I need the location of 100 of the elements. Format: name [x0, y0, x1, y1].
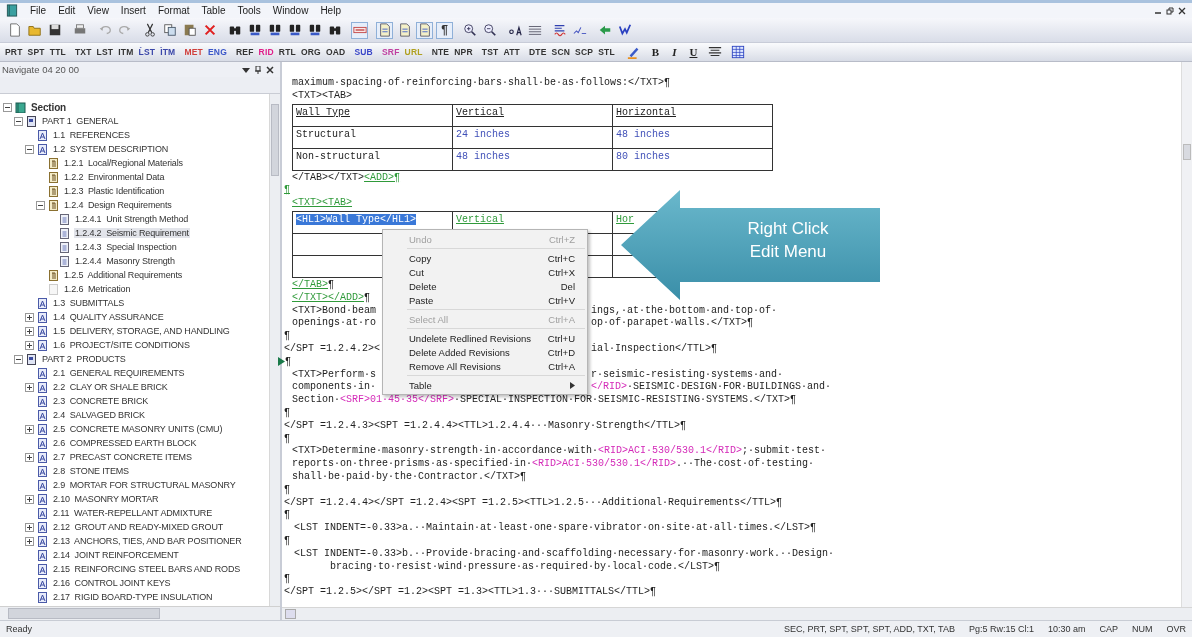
tag-button[interactable]: REF — [234, 47, 255, 57]
tree-toggle[interactable] — [25, 424, 34, 434]
align-icon[interactable] — [708, 45, 723, 59]
tree-item[interactable]: 1.2.4 Design Requirements — [36, 198, 269, 212]
tag-button[interactable]: SUB — [353, 47, 374, 57]
tree-toggle[interactable] — [25, 452, 34, 462]
tree-toggle[interactable] — [14, 354, 23, 364]
tag-button[interactable]: ÌTM — [159, 47, 177, 57]
tag-button[interactable]: ITM — [117, 47, 135, 57]
tree-toggle[interactable] — [25, 312, 34, 322]
pilcrow-button[interactable]: ¶ — [436, 21, 453, 39]
tree-item[interactable]: 2.14 JOINT REINFORCEMENT — [25, 548, 269, 562]
menu-item[interactable]: File — [24, 5, 53, 16]
tag-button[interactable]: STL — [597, 47, 616, 57]
menu-item[interactable]: View — [81, 5, 115, 16]
menu-item[interactable]: Help — [314, 5, 347, 16]
tree-item[interactable]: 2.11 WATER-REPELLANT ADMIXTURE — [25, 506, 269, 520]
tree-toggle[interactable] — [25, 340, 34, 350]
tag-button[interactable]: NTE — [430, 47, 451, 57]
menu-item[interactable]: Table — [195, 5, 232, 16]
tree-toggle[interactable] — [25, 536, 34, 546]
zoom-in-button[interactable] — [461, 21, 478, 39]
tree-item[interactable]: 2.17 RIGID BOARD-TYPE INSULATION — [25, 590, 269, 604]
tree-item[interactable]: 2.9 MORTAR FOR STRUCTURAL MASONRY — [25, 478, 269, 492]
tree-item[interactable]: 1.2.4.2 Seismic Requirement — [47, 226, 269, 240]
underline-button[interactable]: U — [687, 46, 700, 58]
tag-button[interactable]: TTL — [48, 47, 67, 57]
bold-button[interactable]: B — [649, 46, 662, 58]
tree-item[interactable]: 2.15 REINFORCING STEEL BARS AND RODS — [25, 562, 269, 576]
menu-item[interactable]: Paste Ctrl+V — [383, 293, 587, 307]
tree-item[interactable]: PART 2 PRODUCTS — [14, 352, 269, 366]
tag-button[interactable]: NPR — [453, 47, 474, 57]
tree-item[interactable]: 2.3 CONCRETE BRICK — [25, 394, 269, 408]
tree-item[interactable]: 1.1 REFERENCES — [25, 128, 269, 142]
caret-icon[interactable] — [242, 65, 250, 74]
close-icon[interactable] — [266, 65, 274, 74]
tree-item[interactable]: 2.8 STONE ITEMS — [25, 464, 269, 478]
tree-item[interactable]: 1.6 PROJECT/SITE CONDITIONS — [25, 338, 269, 352]
tree-item[interactable]: 2.12 GROUT AND READY-MIXED GROUT — [25, 520, 269, 534]
tag-button[interactable]: TST — [480, 47, 500, 57]
tree-toggle[interactable] — [25, 382, 34, 392]
menu-item[interactable]: Delete Added Revisions Ctrl+D — [383, 345, 587, 359]
close-icon[interactable] — [1178, 6, 1186, 15]
tree-toggle[interactable] — [25, 494, 34, 504]
tree-item[interactable]: 2.7 PRECAST CONCRETE ITEMS — [25, 450, 269, 464]
tree-item[interactable]: 1.2.2 Environmental Data — [36, 170, 269, 184]
tree-item[interactable]: 1.2.5 Additional Requirements — [36, 268, 269, 282]
tag-button[interactable]: TXT — [73, 47, 93, 57]
tag-button[interactable]: RID — [257, 47, 275, 57]
tag-button[interactable]: ORG — [299, 47, 322, 57]
document-button[interactable] — [376, 21, 393, 39]
menu-item[interactable]: Cut Ctrl+X — [383, 265, 587, 279]
tree-item[interactable]: 2.5 CONCRETE MASONRY UNITS (CMU) — [25, 422, 269, 436]
tag-button[interactable]: ĹST — [137, 47, 157, 57]
tag-button[interactable]: LST — [95, 47, 115, 57]
tag-button[interactable]: SCP — [574, 47, 595, 57]
tag-button[interactable]: SRF — [380, 47, 401, 57]
menu-item[interactable]: Window — [266, 5, 315, 16]
menu-item[interactable]: Edit — [52, 5, 82, 16]
tree-item[interactable]: 1.2.3 Plastic Identification — [36, 184, 269, 198]
tree-item[interactable]: 2.10 MASONRY MORTAR — [25, 492, 269, 506]
tag-button[interactable] — [351, 21, 368, 39]
tree-item[interactable]: 1.4 QUALITY ASSURANCE — [25, 310, 269, 324]
tree-item[interactable]: 1.5 DELIVERY, STORAGE, AND HANDLING — [25, 324, 269, 338]
tag-button[interactable]: ENG — [206, 47, 228, 57]
menu-item[interactable]: Tools — [231, 5, 267, 16]
document-button[interactable] — [416, 21, 433, 39]
menu-item[interactable]: Remove All Revisions Ctrl+A — [383, 359, 587, 373]
tree-toggle[interactable] — [36, 200, 45, 210]
restore-icon[interactable] — [1166, 6, 1174, 15]
tree-item[interactable]: 1.2.1 Local/Regional Materials — [36, 156, 269, 170]
tree-item[interactable]: 2.13 ANCHORS, TIES, AND BAR POSITIONER — [25, 534, 269, 548]
tree-toggle[interactable] — [14, 116, 23, 126]
menu-item[interactable]: Table — [383, 378, 587, 392]
tag-button[interactable]: DTE — [527, 47, 548, 57]
menu-item[interactable]: Format — [151, 5, 196, 16]
tree-item[interactable]: 1.3 SUBMITTALS — [25, 296, 269, 310]
tag-button[interactable]: OAD — [324, 47, 347, 57]
tag-button[interactable]: RTL — [277, 47, 297, 57]
tag-button[interactable]: ATT — [502, 47, 521, 57]
tag-button[interactable]: PRT — [4, 47, 24, 57]
menu-item[interactable]: Undelete Redlined Revisions Ctrl+U — [383, 331, 587, 345]
tag-button[interactable]: MET — [183, 47, 204, 57]
pin-icon[interactable] — [254, 65, 262, 74]
tag-button[interactable]: SPT — [26, 47, 46, 57]
tree-item[interactable]: 2.6 COMPRESSED EARTH BLOCK — [25, 436, 269, 450]
zoom-out-button[interactable] — [481, 21, 498, 39]
tag-button[interactable]: SCN — [550, 47, 572, 57]
tree-toggle[interactable] — [25, 144, 34, 154]
tree-item[interactable]: 2.4 SALVAGED BRICK — [25, 408, 269, 422]
tree-item[interactable]: PART 1 GENERAL — [14, 114, 269, 128]
tree-item[interactable]: 1.2.4.1 Unit Strength Method — [47, 212, 269, 226]
tree-toggle[interactable] — [25, 326, 34, 336]
tree-item[interactable]: 2.1 GENERAL REQUIREMENTS — [25, 366, 269, 380]
pen-icon[interactable] — [626, 45, 641, 59]
italic-button[interactable]: I — [670, 46, 679, 58]
menu-item[interactable]: Copy Ctrl+C — [383, 251, 587, 265]
tree-toggle[interactable] — [25, 522, 34, 532]
tree-toggle[interactable] — [3, 102, 12, 112]
tree-item[interactable]: 2.2 CLAY OR SHALE BRICK — [25, 380, 269, 394]
